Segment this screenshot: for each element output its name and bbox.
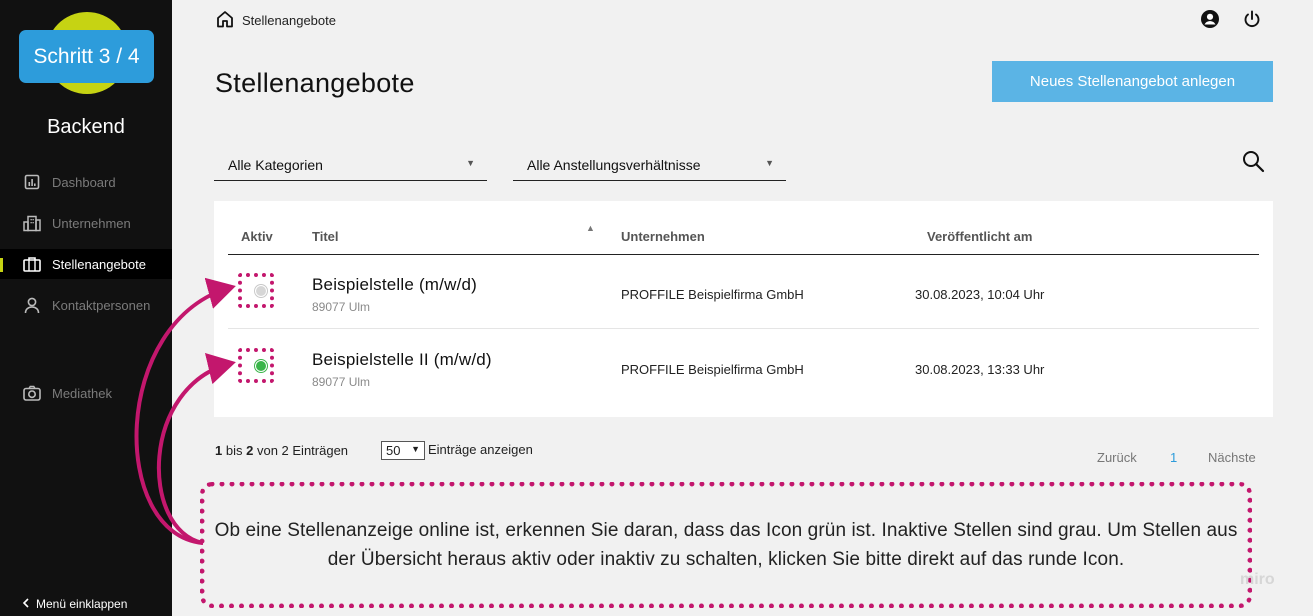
page-size-select[interactable]: 50 ▼ [381, 441, 425, 460]
pagination-next[interactable]: Nächste [1208, 450, 1256, 465]
column-header-veroeffentlicht[interactable]: Veröffentlicht am [927, 229, 1032, 244]
sort-asc-icon[interactable]: ▲ [586, 223, 595, 233]
employment-select[interactable]: Alle Anstellungsverhältnisse ▼ [513, 150, 786, 181]
job-published: 30.08.2023, 10:04 Uhr [915, 287, 1045, 302]
chart-icon [22, 173, 42, 191]
breadcrumb-current: Stellenangebote [242, 13, 336, 28]
category-select[interactable]: Alle Kategorien ▼ [214, 150, 487, 181]
column-header-unternehmen[interactable]: Unternehmen [621, 229, 705, 244]
job-location: 89077 Ulm [312, 300, 371, 314]
new-job-button[interactable]: Neues Stellenangebot anlegen [992, 61, 1273, 102]
chevron-left-icon [22, 597, 30, 611]
building-icon [22, 214, 42, 232]
sidebar-item-label: Mediathek [52, 385, 112, 401]
home-icon[interactable] [216, 10, 234, 31]
sidebar-item-label: Kontaktpersonen [52, 297, 151, 313]
power-icon[interactable] [1242, 9, 1262, 34]
caret-down-icon: ▼ [466, 158, 475, 168]
jobs-table: Aktiv Titel ▲ Unternehmen Veröffentlicht… [214, 201, 1273, 417]
entries-count: 1 bis 2 von 2 Einträgen [215, 443, 349, 458]
sidebar-nav: Dashboard Unternehmen Stellenangebote Ko… [0, 167, 172, 419]
annotation-box: Ob eine Stellenanzeige online ist, erken… [200, 482, 1252, 608]
column-header-titel[interactable]: Titel [312, 229, 339, 244]
chevron-down-icon: ▼ [411, 444, 420, 454]
sidebar-item-unternehmen[interactable]: Unternehmen [0, 208, 172, 238]
sidebar-item-mediathek[interactable]: Mediathek [0, 378, 172, 408]
sidebar-item-label: Stellenangebote [52, 256, 146, 272]
category-select-value: Alle Kategorien [228, 157, 323, 173]
employment-select-value: Alle Anstellungsverhältnisse [527, 157, 701, 173]
brand-title: Backend [47, 116, 125, 138]
step-badge: Schritt 3 / 4 [19, 30, 154, 83]
person-icon [22, 296, 42, 314]
briefcase-icon [22, 255, 42, 273]
column-header-aktiv[interactable]: Aktiv [241, 229, 273, 244]
miro-watermark: miro [1240, 571, 1275, 588]
sidebar-item-label: Dashboard [52, 174, 116, 190]
sidebar-item-label: Unternehmen [52, 215, 131, 231]
sidebar-item-dashboard[interactable]: Dashboard [0, 167, 172, 197]
collapse-menu-label: Menü einklappen [36, 597, 128, 611]
page-title: Stellenangebote [215, 68, 415, 98]
job-title[interactable]: Beispielstelle II (m/w/d) [312, 350, 492, 370]
sidebar: Schritt 3 / 4 Backend Dashboard Unterneh… [0, 0, 172, 616]
table-row[interactable]: Beispielstelle (m/w/d) 89077 Ulm PROFFIL… [228, 255, 1259, 329]
breadcrumb: Stellenangebote [216, 10, 336, 31]
top-icons [1200, 9, 1262, 34]
job-location: 89077 Ulm [312, 375, 371, 389]
job-published: 30.08.2023, 13:33 Uhr [915, 362, 1045, 377]
camera-icon [22, 384, 42, 402]
sidebar-item-stellenangebote[interactable]: Stellenangebote [0, 249, 172, 279]
job-company: PROFFILE Beispielfirma GmbH [621, 287, 804, 302]
pagination-prev[interactable]: Zurück [1097, 450, 1137, 465]
sidebar-item-kontaktpersonen[interactable]: Kontaktpersonen [0, 290, 172, 320]
table-row[interactable]: Beispielstelle II (m/w/d) 89077 Ulm PROF… [228, 330, 1259, 404]
status-toggle-icon[interactable] [254, 284, 268, 298]
job-company: PROFFILE Beispielfirma GmbH [621, 362, 804, 377]
job-title[interactable]: Beispielstelle (m/w/d) [312, 275, 477, 295]
status-toggle-icon[interactable] [254, 359, 268, 373]
page-size-label: Einträge anzeigen [428, 442, 533, 457]
user-account-icon[interactable] [1200, 9, 1220, 34]
caret-down-icon: ▼ [765, 158, 774, 168]
annotation-text: Ob eine Stellenanzeige online ist, erken… [214, 520, 1238, 570]
search-icon[interactable] [1241, 149, 1265, 178]
pagination-page-1[interactable]: 1 [1170, 450, 1177, 465]
collapse-menu-button[interactable]: Menü einklappen [22, 597, 127, 611]
